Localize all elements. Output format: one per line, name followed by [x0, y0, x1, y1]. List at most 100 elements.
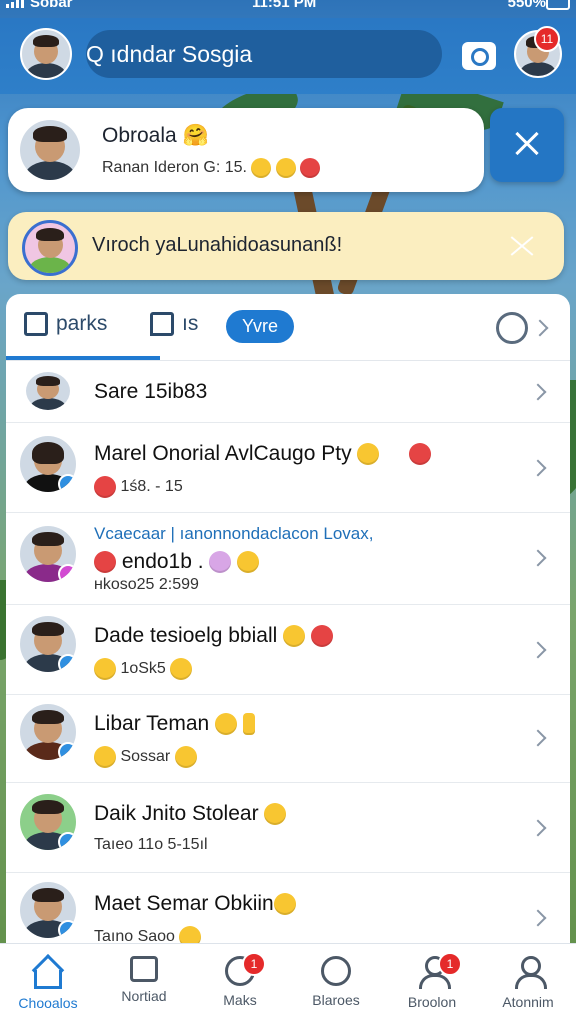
grin-emoji-icon: [251, 158, 272, 178]
tab-yvre[interactable]: Yvre: [226, 310, 295, 343]
status-bar: Sobar 11:51 PM 550%: [0, 0, 576, 18]
notice-banner[interactable]: Vıroch yaLunahidoasunanß!: [8, 212, 564, 280]
chat-name: Sare 15ib83: [94, 380, 208, 403]
signal-icon: [6, 0, 24, 8]
calendar-icon: [24, 312, 48, 336]
fire-emoji-icon: [94, 476, 116, 498]
chevron-right-icon[interactable]: [531, 319, 549, 337]
chat-row[interactable]: Dade tesioelg bbiall 1oSk5: [6, 604, 570, 695]
app-header: 11: [0, 18, 576, 94]
chat-row[interactable]: Sare 15ib83: [6, 360, 570, 423]
battery-percent: 550%: [507, 0, 546, 11]
face-emoji-icon: [408, 443, 431, 466]
chat-meta-text: ʜkoso25 2:599: [94, 576, 199, 593]
chat-row[interactable]: Marel Onorial AvlCaugo Pty 1ś8. - 15: [6, 422, 570, 513]
chat-name: Libar Teman: [94, 712, 255, 736]
chat-meta-text: Sossar: [120, 748, 171, 766]
camera-button[interactable]: [462, 42, 496, 70]
notice-text: Vıroch yaLunahidoasunanß!: [92, 234, 343, 256]
sparkle-emoji-icon: [94, 746, 116, 768]
dizzy-emoji-icon: [209, 551, 232, 574]
avatar: [20, 794, 76, 850]
nav-profile[interactable]: Atonnim: [480, 956, 576, 1010]
avatar: [26, 372, 70, 410]
chat-meta: Taıeo 11o 5-15ıl: [94, 836, 208, 854]
clock: 11:51 PM: [252, 0, 317, 11]
chat-meta: 1ś8. - 15: [94, 476, 183, 498]
chevron-right-icon: [529, 549, 547, 567]
grin-emoji-icon: [283, 625, 306, 648]
avatar: [20, 882, 76, 938]
tab-label: Yvre: [242, 316, 279, 336]
chat-meta-text: 1ś8. - 15: [120, 478, 183, 496]
chevron-right-icon: [529, 909, 547, 927]
chat-name: Maet Semar Obkiin: [94, 892, 296, 916]
tab-label: ıs: [182, 312, 199, 335]
tab-is[interactable]: ıs: [150, 312, 198, 336]
chat-panel: parks ıs Yvre Sare 15ib83 Marel Onorial …: [6, 294, 570, 954]
camera-icon: [471, 48, 489, 66]
chat-meta: Sossar: [94, 746, 197, 768]
chat-row[interactable]: Daik Jnito Stolear Taıeo 11o 5-15ıl: [6, 782, 570, 873]
chat-name-text: Maet Semar Obkiin: [94, 892, 274, 915]
laugh-emoji-icon: [357, 443, 380, 466]
chat-preview-text: endo1b .: [121, 550, 204, 573]
tab-label: parks: [56, 312, 108, 335]
close-featured-button[interactable]: [490, 108, 564, 182]
chevron-right-icon: [529, 383, 547, 401]
featured-subtitle: Ranan Ideron G: 15.: [102, 158, 321, 178]
nav-badge: 1: [438, 952, 462, 976]
featured-chat-card[interactable]: Obroala 🤗 Ranan Ideron G: 15.: [8, 108, 484, 192]
featured-avatar: [20, 120, 80, 180]
tab-bar: parks ıs Yvre: [6, 294, 570, 361]
chat-meta-text: Taıeo 11o 5-15ıl: [94, 836, 208, 853]
profile-icon: [512, 956, 547, 989]
chat-row[interactable]: Maet Semar Obkiin Taıno Saoo: [6, 872, 570, 954]
nav-notices[interactable]: Nortiad: [96, 956, 192, 1004]
smile-emoji-icon: [94, 658, 116, 680]
chat-name: Dade tesioelg bbiall: [94, 624, 333, 648]
nav-label: Chooalos: [18, 995, 78, 1011]
nav-label: Broolon: [407, 994, 457, 1010]
battery-icon: [546, 0, 570, 10]
chat-name: Vcaecaar | ıanonnondaclacon Lovax,: [94, 524, 374, 543]
smile-emoji-icon: [275, 158, 296, 178]
carrier-label: Sobar: [30, 0, 73, 11]
chat-row[interactable]: Vcaecaar | ıanonnondaclacon Lovax, endo1…: [6, 512, 570, 605]
nav-search[interactable]: Blaroes: [288, 956, 384, 1008]
nav-label: Maks: [223, 992, 257, 1008]
heart-eyes-emoji-icon: [310, 625, 333, 648]
nav-label: Atonnim: [502, 994, 554, 1010]
filter-icon[interactable]: [496, 312, 528, 344]
notification-badge: 11: [534, 26, 560, 52]
nav-badge: 1: [242, 952, 266, 976]
chat-name-text: Daik Jnito Stolear: [94, 802, 259, 825]
nav-messages[interactable]: Maks 1: [192, 952, 288, 1008]
avatar: [20, 704, 76, 760]
chevron-right-icon: [529, 641, 547, 659]
chevron-right-icon: [529, 819, 547, 837]
my-avatar[interactable]: [20, 28, 72, 80]
notice-avatar: [22, 220, 78, 276]
search-bar[interactable]: [86, 30, 442, 78]
dismiss-notice-button[interactable]: [508, 232, 536, 260]
search-input[interactable]: [86, 40, 386, 68]
angry-emoji-icon: [300, 158, 321, 178]
laugh-emoji-icon: [174, 746, 197, 768]
avatar: [20, 616, 76, 672]
chat-meta-text: 1oSk5: [120, 660, 166, 678]
avatar: [20, 436, 76, 492]
chat-row[interactable]: Libar Teman Sossar: [6, 694, 570, 783]
avatar: [20, 526, 76, 582]
wink-emoji-icon: [264, 803, 287, 826]
chevron-right-icon: [529, 729, 547, 747]
chat-preview: endo1b .: [94, 550, 260, 574]
smile-emoji-icon: [273, 893, 296, 916]
chat-name: Daik Jnito Stolear: [94, 802, 287, 826]
nav-groups[interactable]: Broolon 1: [384, 952, 480, 1010]
chat-name-text: Dade tesioelg bbiall: [94, 624, 278, 647]
nav-chats[interactable]: Chooalos: [0, 956, 96, 1011]
chat-name: Marel Onorial AvlCaugo Pty: [94, 442, 431, 466]
tab-parks[interactable]: parks: [24, 312, 107, 336]
chat-name-text: Marel Onorial AvlCaugo Pty: [94, 442, 352, 465]
